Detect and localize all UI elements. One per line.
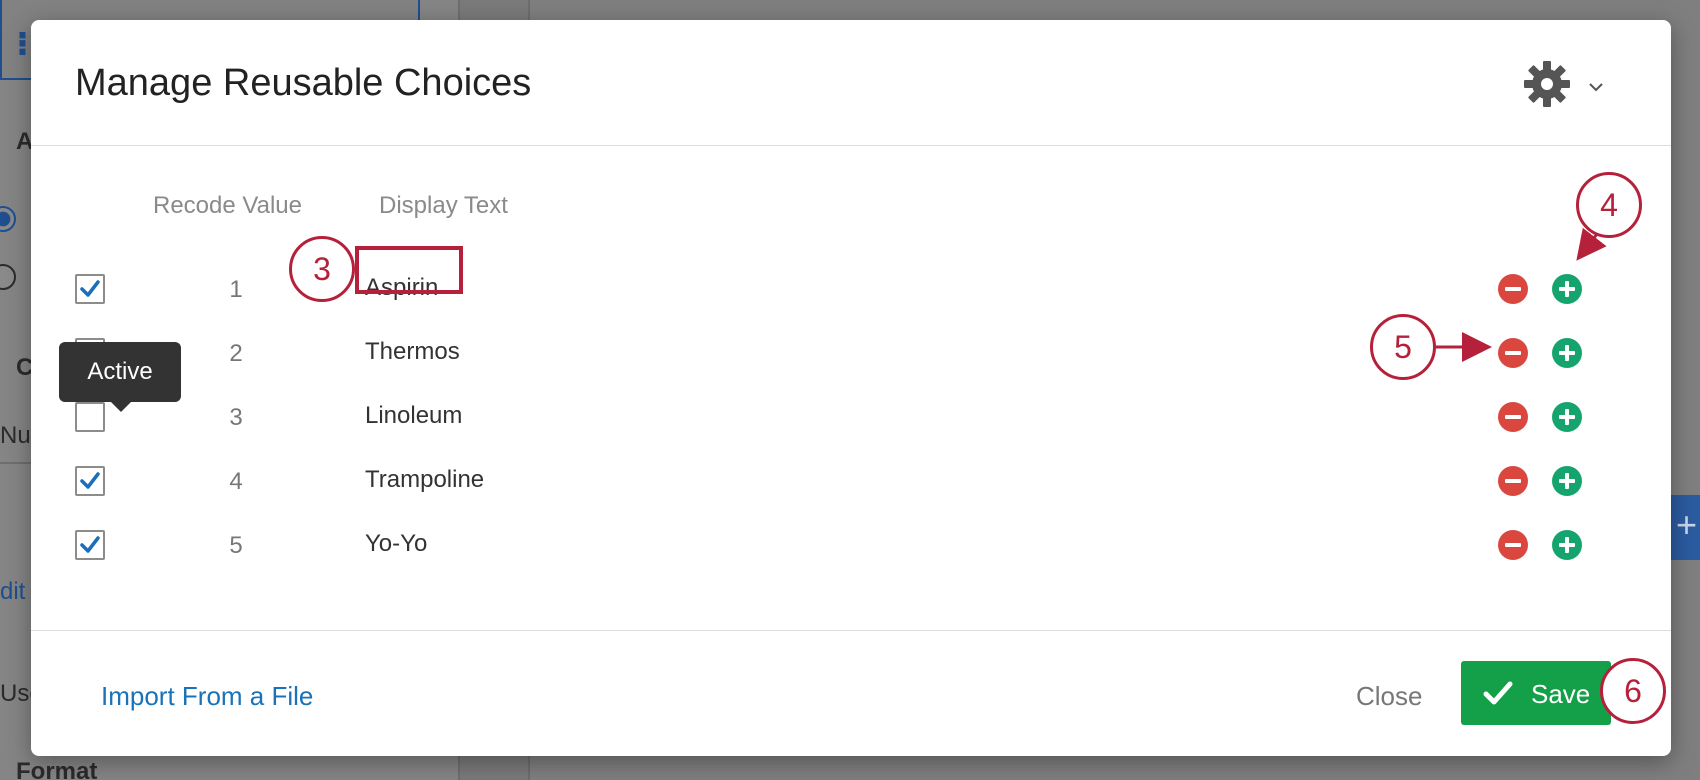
- display-text-field[interactable]: Trampoline: [363, 464, 486, 496]
- checkmark-icon: [80, 536, 100, 553]
- active-tooltip: Active: [59, 342, 181, 412]
- annotation-highlight-box: [355, 246, 463, 294]
- column-header-display: Display Text: [379, 192, 508, 219]
- callout-step5: 5: [1370, 314, 1436, 380]
- checkmark-icon: [80, 280, 100, 297]
- background-radio: [0, 264, 16, 290]
- callout-step4: 4: [1576, 172, 1642, 238]
- dialog-title: Manage Reusable Choices: [75, 62, 532, 104]
- close-button[interactable]: Close: [1356, 681, 1422, 712]
- checkmark-icon: [80, 472, 100, 489]
- display-text-field[interactable]: Linoleum: [363, 400, 464, 432]
- list-icon: ⁝: [16, 25, 29, 63]
- recode-value[interactable]: 2: [221, 340, 251, 368]
- save-button-label: Save: [1531, 679, 1591, 709]
- dialog-header: Manage Reusable Choices: [31, 20, 1671, 146]
- manage-choices-dialog: Manage Reusable Choices Recode Value Dis…: [31, 20, 1671, 756]
- add-choice-button[interactable]: [1552, 466, 1582, 496]
- gear-icon[interactable]: [1521, 58, 1573, 110]
- remove-choice-button[interactable]: [1498, 338, 1528, 368]
- active-checkbox[interactable]: [75, 466, 105, 496]
- background-label-format: Format: [16, 758, 98, 780]
- active-checkbox[interactable]: [75, 402, 105, 432]
- add-choice-button[interactable]: [1552, 274, 1582, 304]
- background-radio: [0, 206, 16, 232]
- choice-row: 4 Trampoline: [31, 452, 1671, 516]
- recode-value[interactable]: 5: [221, 532, 251, 560]
- display-text-field[interactable]: Thermos: [363, 336, 462, 368]
- checkmark-icon: [1483, 681, 1513, 705]
- choice-row: 1 Aspirin: [31, 260, 1671, 324]
- background-link-edit: dit: [0, 578, 26, 605]
- add-choice-button[interactable]: [1552, 530, 1582, 560]
- add-choice-button[interactable]: [1552, 338, 1582, 368]
- save-button[interactable]: Save: [1461, 661, 1611, 725]
- callout-step6: 6: [1600, 658, 1666, 724]
- active-checkbox[interactable]: [75, 274, 105, 304]
- background-add-button: +: [1670, 495, 1700, 560]
- chevron-down-icon[interactable]: [1587, 78, 1605, 96]
- dialog-footer: Import From a File Close Save: [31, 630, 1671, 756]
- remove-choice-button[interactable]: [1498, 466, 1528, 496]
- remove-choice-button[interactable]: [1498, 530, 1528, 560]
- remove-choice-button[interactable]: [1498, 402, 1528, 432]
- callout-step3: 3: [289, 236, 355, 302]
- column-header-recode: Recode Value: [153, 192, 302, 219]
- active-checkbox[interactable]: [75, 530, 105, 560]
- remove-choice-button[interactable]: [1498, 274, 1528, 304]
- choice-row: 3 Linoleum: [31, 388, 1671, 452]
- display-text-field[interactable]: Yo-Yo: [363, 528, 429, 560]
- recode-value[interactable]: 4: [221, 468, 251, 496]
- import-from-file-link[interactable]: Import From a File: [101, 681, 313, 712]
- add-choice-button[interactable]: [1552, 402, 1582, 432]
- recode-value[interactable]: 1: [221, 276, 251, 304]
- choice-row: 5 Yo-Yo: [31, 516, 1671, 580]
- recode-value[interactable]: 3: [221, 404, 251, 432]
